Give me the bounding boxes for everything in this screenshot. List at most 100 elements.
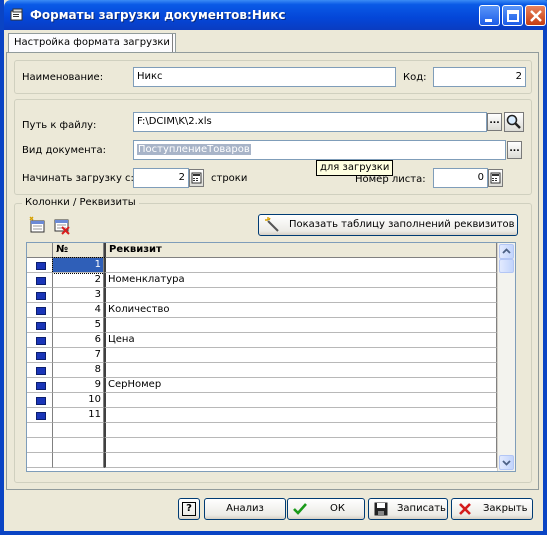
start-row-calc-button[interactable] [189, 169, 204, 187]
row-marker-cell[interactable] [27, 258, 53, 273]
row-number-cell[interactable]: 7 [53, 348, 104, 363]
table-row[interactable]: 7 [27, 348, 497, 363]
table-row[interactable]: 9 СерНомер [27, 378, 497, 393]
columns-grid[interactable]: № Реквизит 1 2 Номенклатура 3 4 Количество 5 6 Ц… [26, 242, 516, 472]
sheet-calc-button[interactable] [488, 169, 503, 187]
row-requisite-cell[interactable] [104, 288, 497, 303]
row-marker-cell[interactable] [27, 423, 53, 438]
maximize-button[interactable] [502, 5, 523, 26]
table-row[interactable]: 2 Номенклатура [27, 273, 497, 288]
table-row[interactable]: 11 [27, 408, 497, 423]
analyze-button[interactable]: Анализ [204, 498, 286, 520]
row-number-cell[interactable]: 5 [53, 318, 104, 333]
scroll-thumb[interactable] [499, 259, 514, 273]
row-requisite-cell[interactable]: Цена [104, 333, 497, 348]
row-icon [36, 382, 46, 390]
save-button[interactable]: Записать [368, 498, 448, 520]
row-requisite-cell[interactable] [104, 423, 497, 438]
row-requisite-cell[interactable] [104, 438, 497, 453]
row-marker-cell[interactable] [27, 318, 53, 333]
row-marker-cell[interactable] [27, 408, 53, 423]
table-row[interactable]: 10 [27, 393, 497, 408]
row-number-cell[interactable]: 6 [53, 333, 104, 348]
grid-vertical-scrollbar[interactable] [497, 243, 515, 471]
row-marker-cell[interactable] [27, 333, 53, 348]
scroll-up-button[interactable] [499, 244, 514, 259]
row-marker-cell[interactable] [27, 453, 53, 468]
table-row[interactable]: 8 [27, 363, 497, 378]
row-number-cell[interactable]: 1 [52, 257, 105, 274]
doctype-field[interactable]: ПоступлениеТоваров [133, 140, 506, 160]
start-row-field[interactable]: 2 [133, 168, 189, 188]
row-requisite-cell[interactable]: СерНомер [104, 378, 497, 393]
row-number-cell[interactable]: 11 [53, 408, 104, 423]
row-requisite-cell[interactable] [104, 363, 497, 378]
title-bar[interactable]: Форматы загрузки документов:Никс [4, 0, 547, 30]
close-button[interactable]: Закрыть [451, 498, 533, 520]
table-row[interactable] [27, 438, 497, 453]
row-number-cell[interactable]: 4 [53, 303, 104, 318]
tab-format-settings[interactable]: Настройка формата загрузки [8, 33, 176, 53]
row-icon [36, 412, 46, 420]
row-number-cell[interactable]: 3 [53, 288, 104, 303]
path-field[interactable]: F:\DCIM\K\2.xls [133, 112, 487, 132]
row-marker-cell[interactable] [27, 393, 53, 408]
table-row[interactable] [27, 423, 497, 438]
table-row[interactable]: 6 Цена [27, 333, 497, 348]
row-requisite-cell[interactable] [104, 408, 497, 423]
doctype-label: Вид документа: [22, 145, 106, 156]
path-search-button[interactable] [504, 112, 524, 132]
show-fill-table-button[interactable]: Показать таблицу заполнений реквизитов [258, 214, 518, 236]
table-row[interactable]: 4 Количество [27, 303, 497, 318]
row-requisite-cell[interactable]: Номенклатура [104, 273, 497, 288]
row-number-cell[interactable] [53, 453, 104, 468]
row-number-cell[interactable]: 8 [53, 363, 104, 378]
row-requisite-cell[interactable]: Количество [104, 303, 497, 318]
row-icon [36, 337, 46, 345]
row-marker-cell[interactable] [27, 273, 53, 288]
add-column-button[interactable] [28, 216, 48, 236]
delete-column-button[interactable] [52, 216, 72, 236]
table-row[interactable] [27, 453, 497, 468]
row-marker-cell[interactable] [27, 288, 53, 303]
help-button[interactable]: ? [178, 498, 200, 520]
chevron-down-icon [502, 460, 511, 466]
calculator-icon [191, 172, 202, 184]
row-number-cell[interactable] [53, 423, 104, 438]
row-number-cell[interactable]: 9 [53, 378, 104, 393]
grid-header-number[interactable]: № [53, 243, 104, 258]
table-row[interactable]: 5 [27, 318, 497, 333]
magnifier-icon [506, 114, 521, 129]
floppy-disk-icon [374, 502, 388, 516]
row-number-cell[interactable]: 10 [53, 393, 104, 408]
row-marker-cell[interactable] [27, 378, 53, 393]
row-icon [36, 397, 46, 405]
table-row[interactable]: 1 [27, 257, 497, 274]
row-marker-cell[interactable] [27, 303, 53, 318]
row-requisite-cell[interactable] [104, 393, 497, 408]
row-requisite-cell[interactable] [104, 258, 497, 273]
code-field[interactable]: 2 [433, 67, 526, 87]
ok-button[interactable]: ОК [287, 498, 365, 520]
sheet-number-field[interactable]: 0 [433, 168, 488, 188]
name-field[interactable]: Никс [133, 67, 396, 87]
scroll-down-button[interactable] [499, 455, 514, 470]
window-title: Форматы загрузки документов:Никс [30, 8, 286, 22]
row-marker-cell[interactable] [27, 348, 53, 363]
doctype-browse-button[interactable]: ... [507, 141, 522, 159]
tooltip: для загрузки [316, 160, 394, 176]
row-number-cell[interactable]: 2 [53, 273, 104, 288]
path-browse-button[interactable]: ... [487, 113, 502, 131]
row-requisite-cell[interactable] [104, 348, 497, 363]
grid-header-requisite[interactable]: Реквизит [104, 243, 497, 258]
table-row[interactable]: 3 [27, 288, 497, 303]
close-window-button[interactable] [525, 5, 546, 26]
row-requisite-cell[interactable] [104, 318, 497, 333]
row-number-cell[interactable] [53, 438, 104, 453]
row-marker-cell[interactable] [27, 363, 53, 378]
minimize-button[interactable] [479, 5, 500, 26]
columns-group-label: Колонки / Реквизиты [22, 197, 139, 208]
row-icon [36, 292, 46, 300]
row-marker-cell[interactable] [27, 438, 53, 453]
row-requisite-cell[interactable] [104, 453, 497, 468]
